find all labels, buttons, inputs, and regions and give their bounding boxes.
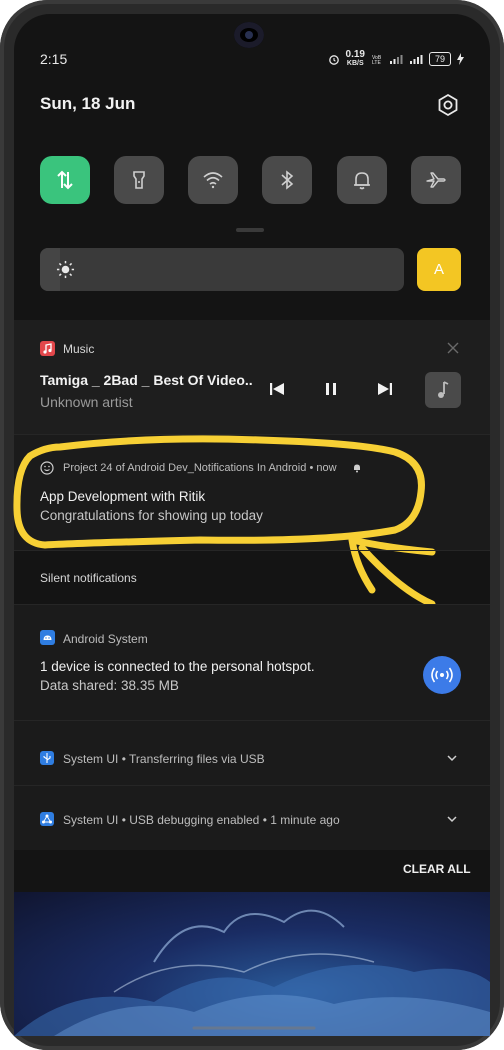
usb-debugging-text: USB debugging enabled bbox=[129, 813, 260, 827]
water-splash-image bbox=[14, 909, 490, 1036]
android-icon bbox=[40, 630, 55, 645]
usb-icon bbox=[40, 751, 54, 765]
system-ui-usb-debugging-line: System UI • USB debugging enabled • 1 mi… bbox=[63, 813, 340, 827]
clear-all-button[interactable]: CLEAR ALL bbox=[403, 862, 471, 876]
chevron-down-icon[interactable] bbox=[446, 813, 458, 825]
hotspot-button[interactable] bbox=[423, 656, 461, 694]
dot-separator: • bbox=[121, 752, 130, 766]
usb-transfer-text: Transferring files via USB bbox=[129, 752, 265, 766]
usb-debugging-time: 1 minute ago bbox=[270, 813, 340, 827]
hotspot-data-shared: Data shared: 38.35 MB bbox=[40, 678, 179, 693]
chevron-down-icon[interactable] bbox=[446, 752, 458, 764]
divider bbox=[14, 550, 490, 551]
hotspot-icon bbox=[431, 667, 453, 683]
system-ui-usb-transfer-line: System UI • Transferring files via USB bbox=[63, 752, 265, 766]
silent-notifications-header: Silent notifications bbox=[40, 571, 137, 585]
hotspot-message: 1 device is connected to the personal ho… bbox=[40, 659, 315, 674]
system-ui-app-name: System UI bbox=[63, 752, 119, 766]
system-ui-app-name: System UI bbox=[63, 813, 119, 827]
android-system-app-name: Android System bbox=[63, 632, 148, 646]
usb-debug-icon bbox=[40, 812, 54, 826]
